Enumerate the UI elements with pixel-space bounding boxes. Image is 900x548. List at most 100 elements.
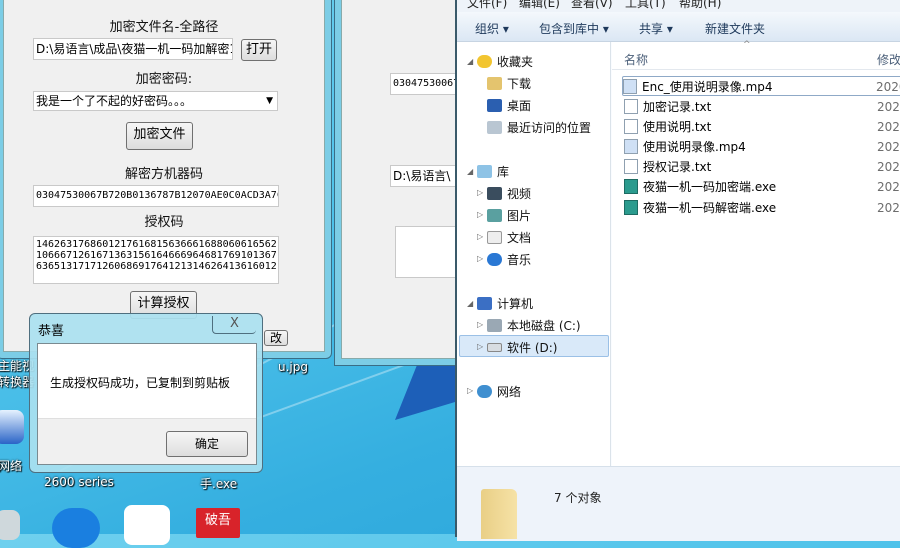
text-file-icon — [624, 159, 638, 174]
auth-code-line: 6365131717126068691764121314626413616012… — [36, 261, 279, 272]
file-list: 名称 ^ 修改 Enc_使用说明录像.mp4 2020 加密记录.txt 202… — [612, 40, 900, 466]
nav-documents[interactable]: 文档 — [487, 229, 531, 246]
column-name[interactable]: 名称 — [624, 51, 648, 68]
collapse-icon[interactable]: ▷ — [477, 342, 483, 351]
machine-code-input[interactable]: 03047530067B720B0136787B12070AE0C0ACD3A7… — [33, 185, 279, 207]
column-modified[interactable]: 修改 — [877, 51, 900, 68]
password-combobox[interactable]: 我是一个了不起的好密码。。。 ▼ — [33, 91, 278, 111]
video-file-icon — [624, 139, 638, 154]
password-label: 加密密码: — [135, 72, 193, 87]
file-explorer-window: 文件(F) 编辑(E) 查看(V) 工具(T) 帮助(H) 组织 ▾ 包含到库中… — [455, 0, 900, 541]
nav-local-disk-c[interactable]: 本地磁盘 (C:) — [487, 317, 581, 334]
file-path-label: 加密文件名-全路径 — [109, 20, 219, 35]
collapse-icon[interactable]: ▷ — [477, 232, 483, 241]
nav-software-d[interactable]: 软件 (D:) — [487, 339, 557, 356]
desktop-label: 2600 series — [44, 475, 114, 489]
auth-code-line: 1462631768601217616815636661688060616562… — [36, 239, 279, 250]
decrypt-machine-code-input[interactable]: 03047530067 — [390, 73, 460, 95]
expand-icon[interactable]: ◢ — [467, 167, 473, 176]
encrypt-app-window: 加密文件名-全路径 D:\易语言\成品\夜猫一机一码加解密1 打开 加密密码: … — [0, 0, 332, 359]
video-file-icon — [623, 79, 637, 94]
dialog-footer: 确定 — [38, 418, 256, 464]
exe-file-icon — [624, 200, 638, 215]
nav-pictures[interactable]: 图片 — [487, 207, 531, 224]
new-folder-button[interactable]: 新建文件夹 — [705, 20, 765, 37]
details-pane: 7 个对象 — [457, 466, 900, 541]
auth-code-label: 授权码 — [144, 215, 184, 230]
nav-computer[interactable]: 计算机 — [477, 295, 533, 312]
expand-icon[interactable]: ◢ — [467, 57, 473, 66]
success-dialog: 恭喜 X 生成授权码成功，已复制到剪贴板 确定 — [29, 313, 263, 473]
decrypt-app-window: 03047530067 D:\易语言\ — [334, 0, 460, 366]
collapse-icon[interactable]: ▷ — [477, 254, 483, 263]
collapse-icon[interactable]: ▷ — [467, 386, 473, 395]
text-file-icon — [624, 99, 638, 114]
file-row[interactable]: 夜猫一机一码解密端.exe 2020 — [624, 198, 900, 218]
desktop-label: 网络 — [0, 459, 23, 473]
chevron-down-icon[interactable]: ▼ — [266, 92, 273, 110]
file-row[interactable]: Enc_使用说明录像.mp4 2020 — [622, 76, 900, 96]
download-folder-icon — [487, 77, 502, 90]
file-row[interactable]: 授权记录.txt 2020 — [624, 157, 900, 177]
pictures-icon — [487, 209, 502, 222]
nav-network[interactable]: 网络 — [477, 383, 521, 400]
computer-icon — [477, 297, 492, 310]
menu-view[interactable]: 查看(V) — [571, 0, 613, 11]
dialog-message: 生成授权码成功，已复制到剪贴板 — [50, 376, 231, 390]
password-value: 我是一个了不起的好密码。。。 — [36, 94, 193, 108]
app-icon-red-text: 破吾 — [204, 513, 231, 528]
collapse-icon[interactable]: ▷ — [477, 320, 483, 329]
include-in-library-button[interactable]: 包含到库中 ▾ — [539, 20, 609, 37]
partial-button[interactable]: 改 — [264, 330, 288, 346]
ok-button[interactable]: 确定 — [166, 431, 248, 457]
menu-file[interactable]: 文件(F) — [467, 0, 507, 11]
documents-icon — [487, 231, 502, 244]
command-bar: 组织 ▾ 包含到库中 ▾ 共享 ▾ 新建文件夹 — [457, 12, 900, 42]
drive-icon — [487, 343, 502, 352]
network-icon — [477, 385, 492, 398]
nav-favorites[interactable]: 收藏夹 — [477, 53, 533, 70]
navigation-pane: ◢ 收藏夹 下载 桌面 最近访问的位置 ◢ 库 ▷ 视频 ▷ 图片 ▷ 文档 ▷… — [457, 42, 611, 466]
item-count: 7 个对象 — [554, 491, 602, 505]
menu-tools[interactable]: 工具(T) — [625, 0, 666, 11]
app-icon-blue-wing[interactable] — [52, 508, 100, 548]
decrypt-app-client: 03047530067 D:\易语言\ — [341, 0, 460, 359]
expand-icon[interactable]: ◢ — [467, 299, 473, 308]
collapse-icon[interactable]: ▷ — [477, 188, 483, 197]
nav-libraries[interactable]: 库 — [477, 163, 509, 180]
auth-code-textarea[interactable]: 1462631768601217616815636661688060616562… — [33, 236, 279, 284]
music-icon — [487, 253, 502, 266]
decrypt-path-input[interactable]: D:\易语言\ — [390, 165, 460, 187]
menu-edit[interactable]: 编辑(E) — [519, 0, 560, 11]
open-button[interactable]: 打开 — [241, 39, 277, 61]
encrypt-file-button[interactable]: 加密文件 — [126, 122, 193, 150]
decrypt-output-textarea[interactable] — [395, 226, 460, 278]
file-row[interactable]: 夜猫一机一码加密端.exe 2020 — [624, 177, 900, 197]
menu-help[interactable]: 帮助(H) — [679, 0, 721, 11]
network-desktop-icon[interactable] — [0, 410, 24, 444]
nav-music[interactable]: 音乐 — [487, 251, 531, 268]
machine-code-label: 解密方机器码 — [124, 167, 203, 182]
desktop-label: 手.exe — [200, 477, 238, 491]
desktop-icon — [487, 99, 502, 112]
file-row[interactable]: 使用说明.txt 2020 — [624, 117, 900, 137]
wallpaper-shape — [395, 360, 455, 420]
nav-desktop[interactable]: 桌面 — [487, 97, 531, 114]
collapse-icon[interactable]: ▷ — [477, 210, 483, 219]
file-path-input[interactable]: D:\易语言\成品\夜猫一机一码加解密1 — [33, 38, 233, 60]
dialog-title: 恭喜 — [38, 324, 65, 339]
organize-button[interactable]: 组织 ▾ — [475, 20, 509, 37]
file-row[interactable]: 使用说明录像.mp4 2020 — [624, 137, 900, 157]
column-header: 名称 ^ 修改 — [612, 40, 900, 70]
text-file-icon — [624, 119, 638, 134]
menu-bar: 文件(F) 编辑(E) 查看(V) 工具(T) 帮助(H) — [457, 0, 900, 12]
nav-videos[interactable]: 视频 — [487, 185, 531, 202]
file-row[interactable]: 加密记录.txt 2020 — [624, 97, 900, 117]
close-icon[interactable]: X — [212, 316, 256, 334]
share-button[interactable]: 共享 ▾ — [639, 20, 673, 37]
nav-downloads[interactable]: 下载 — [487, 75, 531, 92]
app-icon-people[interactable] — [124, 505, 170, 545]
nav-recent[interactable]: 最近访问的位置 — [487, 119, 591, 136]
dialog-body: 生成授权码成功，已复制到剪贴板 确定 — [37, 343, 257, 465]
recycle-bin-icon[interactable] — [0, 510, 20, 540]
